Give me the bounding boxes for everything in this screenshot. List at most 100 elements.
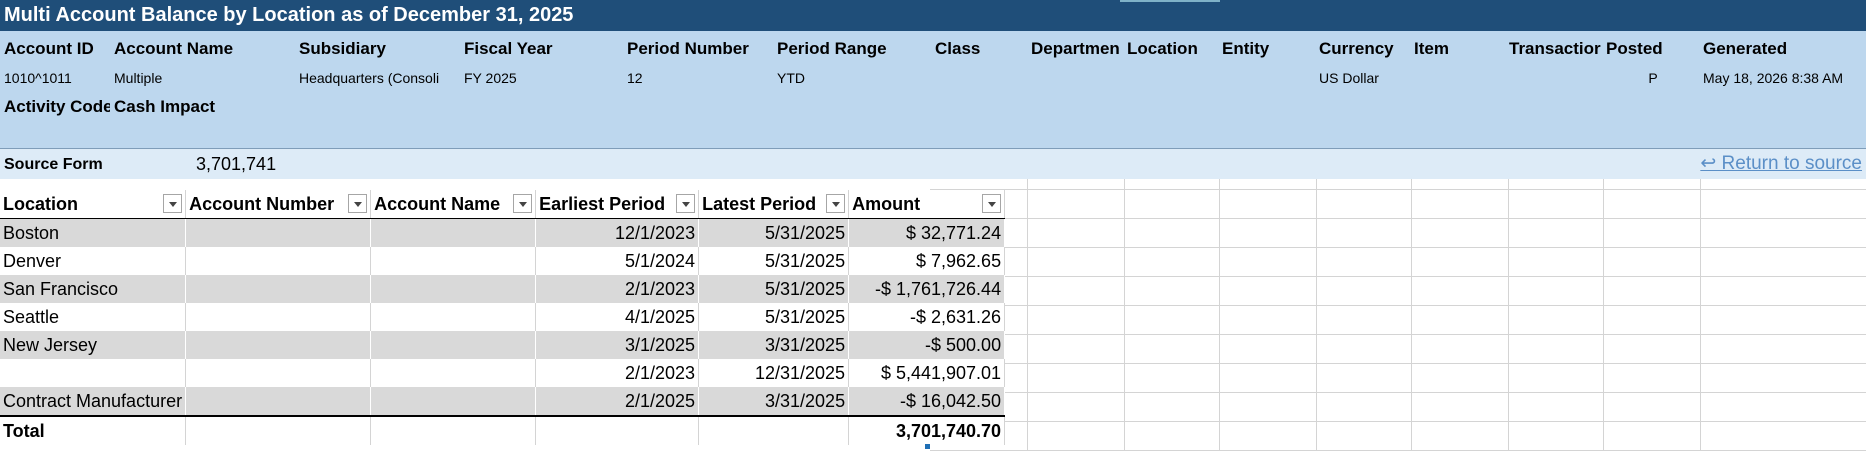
empty-cell[interactable] xyxy=(370,415,537,445)
header-class[interactable]: Class xyxy=(935,38,1027,60)
gridline xyxy=(930,363,1866,364)
header-period-number[interactable]: Period Number xyxy=(627,38,775,60)
value-generated[interactable]: May 18, 2026 8:38 AM xyxy=(1703,68,1863,88)
account-name-cell[interactable] xyxy=(370,303,537,331)
earliest-period-cell[interactable]: 2/1/2023 xyxy=(535,359,700,387)
location-cell[interactable]: Denver xyxy=(0,247,187,275)
account-name-cell[interactable] xyxy=(370,275,537,303)
column-header-label: Account Number xyxy=(189,193,335,214)
filter-dropdown-icon[interactable] xyxy=(348,194,368,213)
source-form-label[interactable]: Source Form xyxy=(4,155,103,175)
column-header-account-name[interactable]: Account Name xyxy=(370,190,537,219)
earliest-period-cell[interactable]: 5/1/2024 xyxy=(535,247,700,275)
account-number-cell[interactable] xyxy=(185,331,372,359)
amount-cell[interactable]: $ 7,962.65 xyxy=(848,247,1006,275)
activity-code-label[interactable]: Activity Code xyxy=(4,96,110,118)
header-posted[interactable]: Posted xyxy=(1606,38,1700,60)
earliest-period-cell[interactable]: 12/1/2023 xyxy=(535,218,700,247)
cash-impact-label[interactable]: Cash Impact xyxy=(114,96,294,118)
filter-dropdown-icon[interactable] xyxy=(163,194,183,213)
table-row: New Jersey 3/1/2025 3/31/2025 -$ 500.00 xyxy=(0,331,1006,359)
value-account-name[interactable]: Multiple xyxy=(114,68,294,88)
location-cell[interactable]: Contract Manufacturer xyxy=(0,387,187,416)
source-form-value[interactable]: 3,701,741 xyxy=(196,153,276,175)
table-resize-handle[interactable] xyxy=(925,444,930,449)
amount-cell[interactable]: -$ 500.00 xyxy=(848,331,1006,359)
total-amount[interactable]: 3,701,740.70 xyxy=(848,415,1006,445)
header-period-range[interactable]: Period Range xyxy=(777,38,932,60)
account-number-cell[interactable] xyxy=(185,387,372,416)
latest-period-cell[interactable]: 12/31/2025 xyxy=(698,359,850,387)
amount-cell[interactable]: -$ 1,761,726.44 xyxy=(848,275,1006,303)
account-number-cell[interactable] xyxy=(185,359,372,387)
header-location[interactable]: Location xyxy=(1127,38,1221,60)
earliest-period-cell[interactable]: 2/1/2025 xyxy=(535,387,700,416)
empty-cell[interactable] xyxy=(535,415,700,445)
report-title[interactable]: Multi Account Balance by Location as of … xyxy=(4,4,573,27)
column-header-location[interactable]: Location xyxy=(0,190,187,219)
header-account-id[interactable]: Account ID xyxy=(4,38,110,60)
header-transaction[interactable]: Transactior xyxy=(1509,38,1605,60)
empty-cell[interactable] xyxy=(185,415,372,445)
account-number-cell[interactable] xyxy=(185,218,372,247)
header-currency[interactable]: Currency xyxy=(1319,38,1411,60)
return-to-source-link[interactable]: ↩ Return to source xyxy=(1700,153,1862,175)
account-name-cell[interactable] xyxy=(370,218,537,247)
earliest-period-cell[interactable]: 2/1/2023 xyxy=(535,275,700,303)
filter-dropdown-icon[interactable] xyxy=(982,194,1002,213)
latest-period-cell[interactable]: 3/31/2025 xyxy=(698,331,850,359)
location-cell[interactable] xyxy=(0,359,187,387)
title-bar: Multi Account Balance by Location as of … xyxy=(0,0,1866,31)
value-currency[interactable]: US Dollar xyxy=(1319,68,1411,88)
location-balance-table: Location Account Number Account Name Ear… xyxy=(0,190,1006,445)
account-number-cell[interactable] xyxy=(185,275,372,303)
column-header-account-number[interactable]: Account Number xyxy=(185,190,372,219)
column-header-latest-period[interactable]: Latest Period xyxy=(698,190,850,219)
latest-period-cell[interactable]: 5/31/2025 xyxy=(698,275,850,303)
earliest-period-cell[interactable]: 3/1/2025 xyxy=(535,331,700,359)
value-subsidiary[interactable]: Headquarters (Consoli xyxy=(299,68,461,88)
earliest-period-cell[interactable]: 4/1/2025 xyxy=(535,303,700,331)
gridline xyxy=(930,334,1866,335)
header-fiscal-year[interactable]: Fiscal Year xyxy=(464,38,624,60)
location-cell[interactable]: San Francisco xyxy=(0,275,187,303)
filter-dropdown-icon[interactable] xyxy=(513,194,533,213)
filter-dropdown-icon[interactable] xyxy=(676,194,696,213)
latest-period-cell[interactable]: 3/31/2025 xyxy=(698,387,850,416)
header-department[interactable]: Departmen xyxy=(1031,38,1127,60)
header-item[interactable]: Item xyxy=(1414,38,1506,60)
latest-period-cell[interactable]: 5/31/2025 xyxy=(698,303,850,331)
location-cell[interactable]: New Jersey xyxy=(0,331,187,359)
header-account-name[interactable]: Account Name xyxy=(114,38,294,60)
empty-cell[interactable] xyxy=(698,415,850,445)
header-subsidiary[interactable]: Subsidiary xyxy=(299,38,459,60)
filter-dropdown-icon[interactable] xyxy=(826,194,846,213)
value-period-range[interactable]: YTD xyxy=(777,68,932,88)
location-cell[interactable]: Boston xyxy=(0,218,187,247)
account-name-cell[interactable] xyxy=(370,359,537,387)
gridline xyxy=(930,218,1866,219)
total-label[interactable]: Total xyxy=(0,415,187,445)
account-name-cell[interactable] xyxy=(370,387,537,416)
value-posted[interactable]: P xyxy=(1606,68,1700,88)
amount-cell[interactable]: $ 32,771.24 xyxy=(848,218,1006,247)
amount-cell[interactable]: -$ 2,631.26 xyxy=(848,303,1006,331)
column-header-label: Location xyxy=(3,193,78,214)
account-number-cell[interactable] xyxy=(185,247,372,275)
amount-cell[interactable]: -$ 16,042.50 xyxy=(848,387,1006,416)
column-header-earliest-period[interactable]: Earliest Period xyxy=(535,190,700,219)
latest-period-cell[interactable]: 5/31/2025 xyxy=(698,247,850,275)
header-entity[interactable]: Entity xyxy=(1222,38,1316,60)
account-name-cell[interactable] xyxy=(370,331,537,359)
value-account-id[interactable]: 1010^1011 xyxy=(4,68,110,88)
account-number-cell[interactable] xyxy=(185,303,372,331)
location-cell[interactable]: Seattle xyxy=(0,303,187,331)
header-generated[interactable]: Generated xyxy=(1703,38,1863,60)
column-header-amount[interactable]: Amount xyxy=(848,190,1006,219)
amount-cell[interactable]: $ 5,441,907.01 xyxy=(848,359,1006,387)
value-fiscal-year[interactable]: FY 2025 xyxy=(464,68,624,88)
latest-period-cell[interactable]: 5/31/2025 xyxy=(698,218,850,247)
value-period-number[interactable]: 12 xyxy=(627,68,775,88)
account-name-cell[interactable] xyxy=(370,247,537,275)
table-row: Boston 12/1/2023 5/31/2025 $ 32,771.24 xyxy=(0,218,1006,247)
